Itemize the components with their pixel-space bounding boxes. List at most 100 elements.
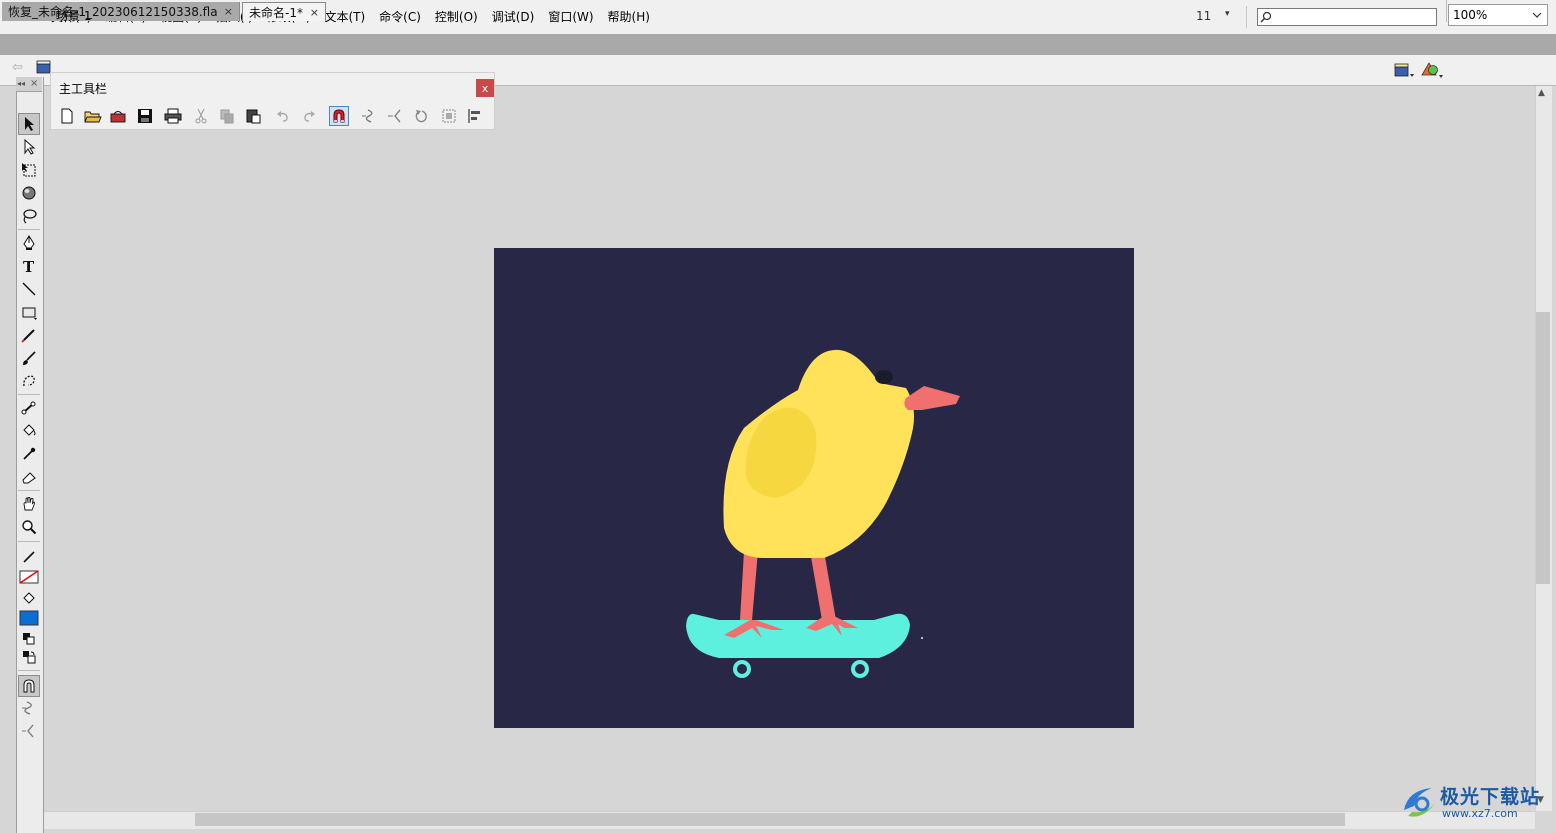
swap-colors-button[interactable] (18, 646, 40, 668)
horizontal-scrollbar-thumb[interactable] (195, 813, 1345, 826)
straighten-icon (22, 724, 34, 738)
text-icon: T (23, 258, 35, 274)
brush-tool[interactable] (18, 347, 40, 369)
snap-to-objects-toggle[interactable] (18, 675, 40, 697)
copy-button[interactable] (217, 106, 237, 126)
fill-swatch-icon (19, 610, 39, 626)
rectangle-icon (22, 307, 37, 320)
divider (18, 670, 40, 671)
tab-untitled[interactable]: 未命名-1* × (242, 2, 326, 21)
search-box[interactable] (1257, 8, 1437, 26)
text-tool[interactable]: T (18, 255, 40, 277)
redo-button[interactable] (299, 106, 319, 126)
rectangle-tool[interactable] (18, 301, 40, 323)
cut-button[interactable] (191, 106, 211, 126)
menu-help[interactable]: 帮助(H) (601, 9, 657, 25)
svg-text:T: T (23, 258, 35, 274)
bone-tool[interactable] (18, 397, 40, 419)
undo-button[interactable] (273, 106, 293, 126)
edit-symbols-icon[interactable] (1420, 61, 1444, 79)
close-icon[interactable]: × (30, 78, 38, 89)
stage-canvas[interactable] (494, 248, 1134, 728)
chevron-down-icon[interactable]: ▾ (1225, 9, 1230, 19)
close-icon[interactable]: × (224, 5, 233, 18)
deco-tool[interactable] (18, 370, 40, 392)
tab-recovery-file[interactable]: 恢复_未命名-1_20230612150338.fla × (2, 2, 240, 21)
smooth-icon (362, 109, 373, 123)
folder-open-icon (84, 111, 102, 123)
print-button[interactable] (163, 106, 183, 126)
back-arrow-icon[interactable]: ⇦ (12, 60, 23, 75)
pencil-icon (23, 551, 35, 563)
align-button[interactable] (465, 106, 485, 126)
pencil-tool[interactable] (18, 324, 40, 346)
swap-colors-icon (23, 651, 36, 664)
subselection-tool[interactable] (18, 136, 40, 158)
smooth-button[interactable] (18, 697, 40, 719)
stroke-swatch-icon (19, 570, 39, 584)
panel-title: 主工具栏 (59, 82, 108, 96)
lasso-icon (23, 209, 37, 224)
new-file-button[interactable] (57, 106, 77, 126)
paint-bucket-tool[interactable] (18, 420, 40, 442)
snap-to-objects-button[interactable] (329, 106, 349, 126)
pen-icon (23, 235, 35, 250)
free-transform-tool[interactable] (18, 159, 40, 181)
smooth-button[interactable] (359, 106, 379, 126)
vertical-scrollbar-thumb[interactable] (1536, 312, 1550, 584)
fill-color-swatch[interactable] (18, 607, 40, 629)
divider (18, 490, 40, 491)
zoom-tool[interactable] (18, 516, 40, 538)
divider (18, 541, 40, 542)
tab-label: 未命名-1* (249, 5, 303, 20)
stroke-color-tool[interactable] (18, 546, 40, 568)
stroke-color-swatch[interactable] (18, 566, 40, 588)
bridge-button[interactable] (109, 106, 129, 126)
search-icon (1260, 11, 1272, 23)
lasso-tool[interactable] (18, 205, 40, 227)
selection-tool[interactable] (18, 113, 40, 135)
menu-window[interactable]: 窗口(W) (541, 9, 600, 25)
undo-icon (277, 111, 288, 122)
save-button[interactable] (135, 106, 155, 126)
line-tool[interactable] (18, 278, 40, 300)
divider (1246, 6, 1247, 28)
close-icon[interactable]: × (310, 6, 319, 19)
collapse-icon[interactable]: ◂◂ (17, 79, 25, 88)
zoom-select[interactable]: 100% (1448, 4, 1548, 26)
scene-label[interactable]: 场景 1 (56, 7, 91, 24)
chevron-down-icon (1532, 12, 1542, 18)
menu-commands[interactable]: 命令(C) (372, 9, 428, 25)
printer-icon (164, 108, 182, 124)
eraser-tool[interactable] (18, 466, 40, 488)
paste-button[interactable] (243, 106, 263, 126)
3d-rotation-tool[interactable] (18, 182, 40, 204)
menu-control[interactable]: 控制(O) (428, 9, 485, 25)
workspace-switcher[interactable]: 11 (1196, 9, 1211, 23)
rotate-skew-button[interactable] (411, 106, 431, 126)
magnet-icon (333, 109, 345, 123)
scale-button[interactable] (439, 106, 459, 126)
subselection-arrow-icon (24, 139, 36, 155)
document-tabs (0, 34, 1556, 55)
edit-scene-icon[interactable] (1394, 62, 1414, 78)
menu-debug[interactable]: 调试(D) (485, 9, 542, 25)
selection-arrow-icon (25, 117, 34, 131)
default-colors-icon (23, 633, 35, 645)
3d-rotation-icon (22, 186, 36, 200)
panel-close-button[interactable]: x (476, 79, 494, 97)
open-button[interactable] (83, 106, 103, 126)
new-file-icon (61, 108, 73, 124)
paint-bucket-icon (23, 424, 36, 436)
magnet-icon (23, 679, 35, 693)
close-icon: x (481, 81, 489, 95)
scroll-up-icon[interactable]: ▲ (1538, 88, 1545, 98)
main-toolbar-panel: 主工具栏 x (50, 72, 495, 130)
straighten-button[interactable] (385, 106, 405, 126)
pen-tool[interactable] (18, 232, 40, 254)
straighten-button[interactable] (18, 720, 40, 742)
eyedropper-tool[interactable] (18, 443, 40, 465)
search-input[interactable] (1276, 10, 1434, 24)
hand-tool[interactable] (18, 493, 40, 515)
zoom-value: 100% (1453, 8, 1488, 22)
